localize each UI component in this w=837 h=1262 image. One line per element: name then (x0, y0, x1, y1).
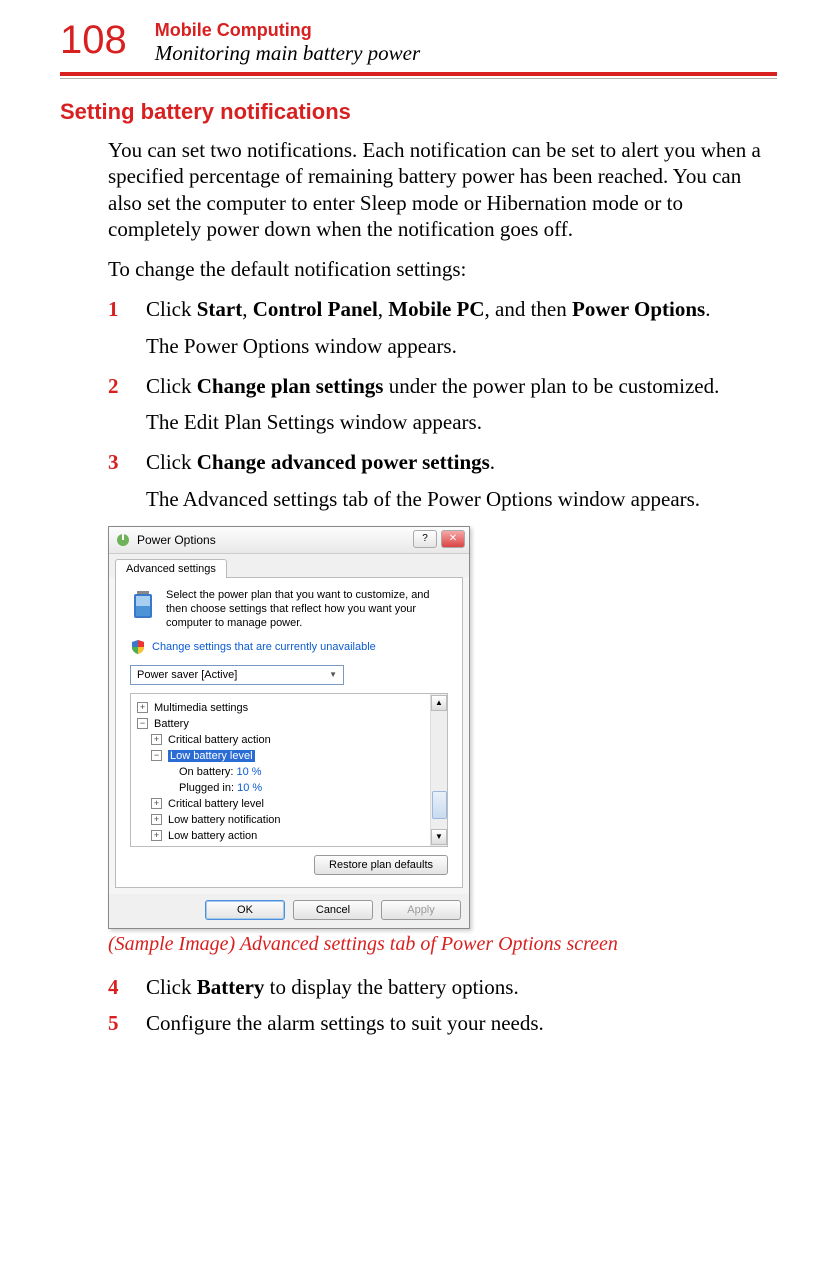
step-3-result: The Advanced settings tab of the Power O… (146, 486, 777, 512)
page-number: 108 (60, 20, 127, 60)
dialog-title: Power Options (137, 533, 216, 547)
tab-advanced-settings[interactable]: Advanced settings (115, 559, 227, 578)
expand-icon[interactable]: + (137, 702, 148, 713)
expand-icon[interactable]: + (151, 734, 162, 745)
step-number: 1 (108, 296, 146, 322)
step-content: Configure the alarm settings to suit you… (146, 1010, 777, 1036)
settings-tree[interactable]: ▲ ▼ +Multimedia settings −Battery +Criti… (130, 693, 448, 847)
tree-critical-action[interactable]: Critical battery action (168, 734, 271, 746)
step-1: 1 Click Start, Control Panel, Mobile PC,… (108, 296, 777, 322)
shield-icon (130, 639, 146, 655)
close-button[interactable]: ✕ (441, 530, 465, 548)
ok-button[interactable]: OK (205, 900, 285, 920)
battery-icon (130, 588, 158, 631)
collapse-icon[interactable]: − (137, 718, 148, 729)
section-title: Setting battery notifications (60, 99, 777, 125)
tree-on-battery-label: On battery: (179, 766, 233, 778)
step-content: Click Change advanced power settings. (146, 449, 777, 475)
apply-button[interactable]: Apply (381, 900, 461, 920)
step-number: 2 (108, 373, 146, 399)
step-number: 5 (108, 1010, 146, 1036)
image-caption: (Sample Image) Advanced settings tab of … (108, 933, 777, 956)
power-plan-combo[interactable]: Power saver [Active] ▼ (130, 665, 344, 685)
step-2: 2 Click Change plan settings under the p… (108, 373, 777, 399)
step-5: 5 Configure the alarm settings to suit y… (108, 1010, 777, 1036)
scroll-down-icon[interactable]: ▼ (431, 829, 447, 845)
dialog-button-row: OK Cancel Apply (109, 894, 469, 928)
chapter-title: Mobile Computing (155, 20, 420, 41)
cancel-button[interactable]: Cancel (293, 900, 373, 920)
power-options-dialog: Power Options ? ✕ Advanced settings (108, 526, 470, 929)
step-content: Click Battery to display the battery opt… (146, 974, 777, 1000)
step-3: 3 Click Change advanced power settings. (108, 449, 777, 475)
page-header: 108 Mobile Computing Monitoring main bat… (60, 20, 777, 66)
tree-battery[interactable]: Battery (154, 718, 189, 730)
tree-low-battery-level[interactable]: Low battery level (168, 750, 255, 762)
restore-defaults-button[interactable]: Restore plan defaults (314, 855, 448, 875)
step-2-result: The Edit Plan Settings window appears. (146, 409, 777, 435)
step-number: 4 (108, 974, 146, 1000)
expand-icon[interactable]: + (151, 814, 162, 825)
uac-link[interactable]: Change settings that are currently unava… (152, 641, 376, 653)
divider-red (60, 72, 777, 76)
tree-plugged-label: Plugged in: (179, 782, 234, 794)
lead-in-text: To change the default notification setti… (108, 256, 777, 282)
divider-gray (60, 78, 777, 79)
scroll-thumb[interactable] (432, 791, 447, 819)
collapse-icon[interactable]: − (151, 750, 162, 761)
chapter-subtitle: Monitoring main battery power (155, 41, 420, 66)
dialog-titlebar: Power Options ? ✕ (109, 527, 469, 554)
tree-plugged-value[interactable]: 10 % (237, 782, 262, 794)
intro-paragraph: You can set two notifications. Each noti… (108, 137, 777, 242)
chevron-down-icon: ▼ (329, 670, 337, 679)
dialog-description: Select the power plan that you want to c… (166, 588, 448, 631)
step-1-result: The Power Options window appears. (146, 333, 777, 359)
tree-low-action[interactable]: Low battery action (168, 830, 257, 842)
tree-on-battery-value[interactable]: 10 % (236, 766, 261, 778)
step-4: 4 Click Battery to display the battery o… (108, 974, 777, 1000)
expand-icon[interactable]: + (151, 830, 162, 841)
step-content: Click Change plan settings under the pow… (146, 373, 777, 399)
tab-panel: Select the power plan that you want to c… (115, 577, 463, 888)
power-options-dialog-image: Power Options ? ✕ Advanced settings (108, 526, 777, 929)
expand-icon[interactable]: + (151, 798, 162, 809)
tree-scrollbar[interactable]: ▲ ▼ (430, 694, 447, 846)
help-button[interactable]: ? (413, 530, 437, 548)
tree-low-notification[interactable]: Low battery notification (168, 814, 281, 826)
tree-multimedia[interactable]: Multimedia settings (154, 702, 248, 714)
scroll-up-icon[interactable]: ▲ (431, 695, 447, 711)
step-number: 3 (108, 449, 146, 475)
step-content: Click Start, Control Panel, Mobile PC, a… (146, 296, 777, 322)
power-icon (115, 532, 131, 548)
combo-value: Power saver [Active] (137, 669, 237, 681)
tree-critical-level[interactable]: Critical battery level (168, 798, 264, 810)
tab-row: Advanced settings (109, 554, 469, 577)
